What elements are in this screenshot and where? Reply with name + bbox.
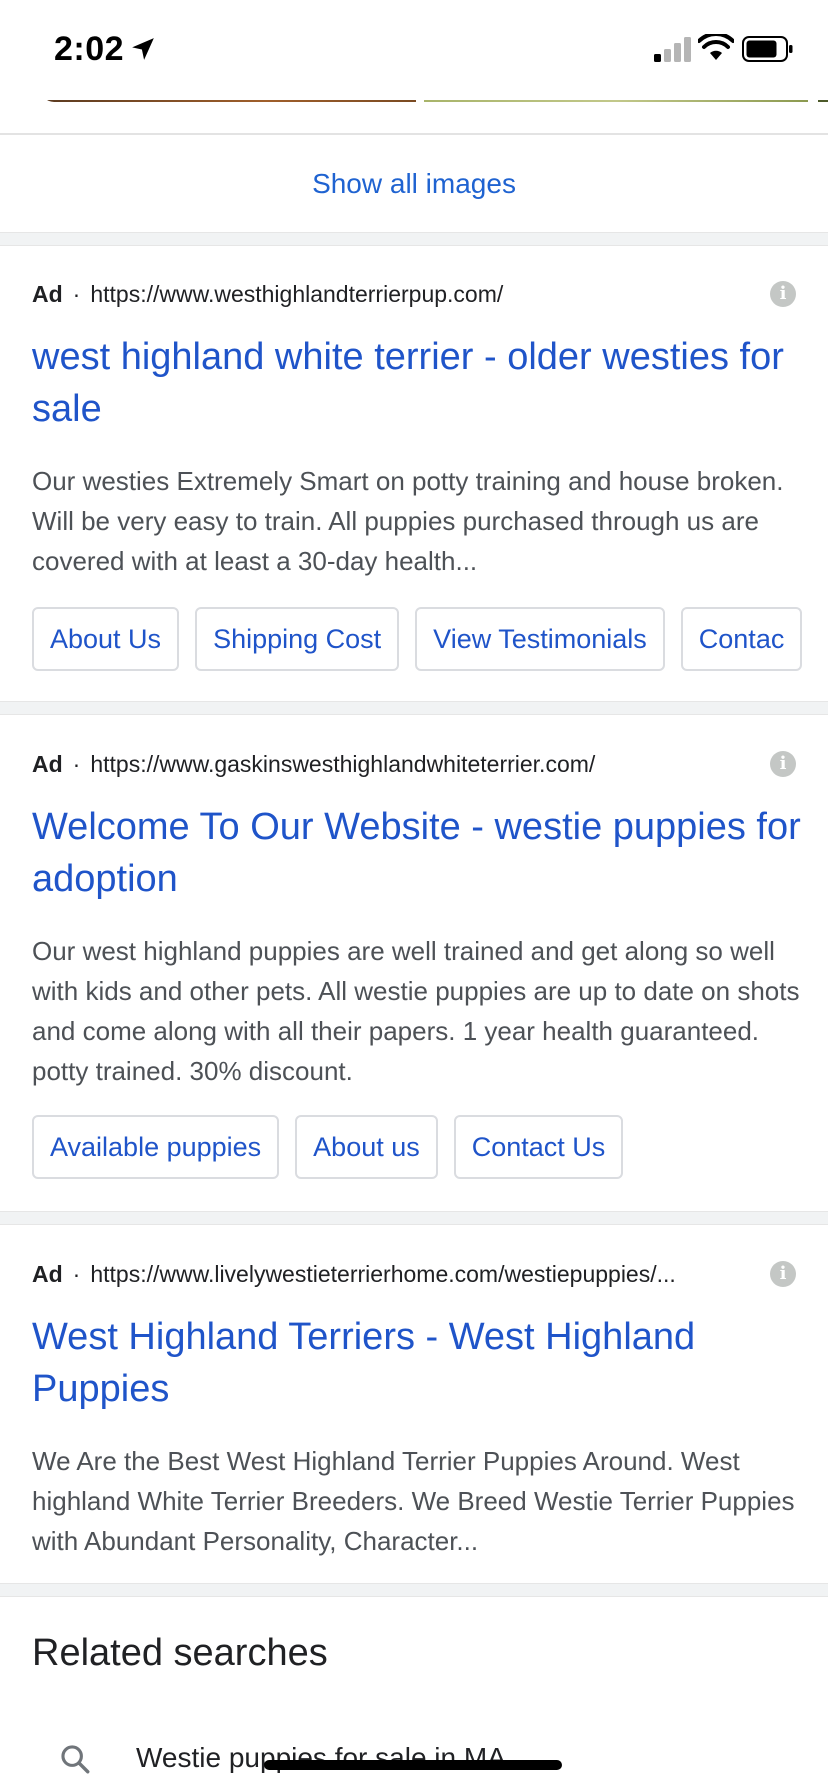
related-searches-heading: Related searches bbox=[32, 1632, 328, 1674]
status-bar: 2:02 bbox=[0, 0, 828, 100]
ad-title-link[interactable]: Welcome To Our Website - westie puppies … bbox=[32, 801, 802, 905]
sitelink-about-us[interactable]: About Us bbox=[32, 607, 180, 671]
ad-title-link[interactable]: west highland white terrier - older west… bbox=[32, 331, 802, 435]
ad-result: Ad · https://www.gaskinswesthighlandwhit… bbox=[0, 747, 828, 1207]
section-divider bbox=[0, 1583, 828, 1597]
sitelink-shipping-cost[interactable]: Shipping Cost bbox=[195, 607, 400, 671]
sitelinks: Available puppies About us Contact Us bbox=[32, 1115, 624, 1179]
status-time: 2:02 bbox=[54, 30, 125, 68]
divider bbox=[0, 133, 828, 135]
ad-url[interactable]: https://www.westhighlandterrierpup.com/ bbox=[90, 281, 503, 308]
wifi-icon bbox=[698, 34, 734, 60]
ad-description: Our westies Extremely Smart on potty tra… bbox=[32, 466, 784, 576]
sitelink-contact-us[interactable]: Contact Us bbox=[453, 1115, 624, 1179]
show-all-images-link[interactable]: Show all images bbox=[0, 168, 828, 200]
ad-badge: Ad bbox=[32, 750, 63, 777]
separator-dot: · bbox=[72, 750, 81, 777]
ad-result: Ad · https://www.westhighlandterrierpup.… bbox=[0, 277, 828, 697]
sitelink-about-us[interactable]: About us bbox=[295, 1115, 438, 1179]
info-icon[interactable]: i bbox=[770, 1261, 796, 1287]
ad-result: Ad · https://www.livelywestieterrierhome… bbox=[0, 1257, 828, 1577]
ad-header: Ad · https://www.westhighlandterrierpup.… bbox=[32, 277, 503, 311]
section-divider bbox=[0, 1211, 828, 1225]
ad-badge: Ad bbox=[32, 280, 63, 307]
sitelinks: About Us Shipping Cost View Testimonials… bbox=[32, 607, 803, 671]
ad-header: Ad · https://www.livelywestieterrierhome… bbox=[32, 1257, 676, 1291]
sitelink-available-puppies[interactable]: Available puppies bbox=[32, 1115, 280, 1179]
ad-description: Our west highland puppies are well train… bbox=[32, 936, 800, 1086]
sitelink-view-testimonials[interactable]: View Testimonials bbox=[415, 607, 665, 671]
home-indicator[interactable] bbox=[264, 1760, 562, 1770]
info-icon[interactable]: i bbox=[770, 281, 796, 307]
section-divider bbox=[0, 232, 828, 246]
separator-dot: · bbox=[72, 1260, 81, 1287]
separator-dot: · bbox=[72, 280, 81, 307]
battery-icon bbox=[742, 36, 793, 62]
ad-url[interactable]: https://www.livelywestieterrierhome.com/… bbox=[90, 1261, 675, 1288]
location-arrow-icon bbox=[132, 38, 154, 60]
info-icon[interactable]: i bbox=[770, 751, 796, 777]
sitelink-contact[interactable]: Contac bbox=[680, 607, 803, 671]
cellular-signal-icon bbox=[654, 37, 691, 62]
search-icon bbox=[61, 1745, 90, 1774]
section-divider bbox=[0, 701, 828, 715]
ad-description: We Are the Best West Highland Terrier Pu… bbox=[32, 1446, 795, 1556]
ad-url[interactable]: https://www.gaskinswesthighlandwhiteterr… bbox=[90, 751, 595, 778]
ad-header: Ad · https://www.gaskinswesthighlandwhit… bbox=[32, 747, 595, 781]
ad-badge: Ad bbox=[32, 1260, 63, 1287]
ad-title-link[interactable]: West Highland Terriers - West Highland P… bbox=[32, 1311, 802, 1415]
